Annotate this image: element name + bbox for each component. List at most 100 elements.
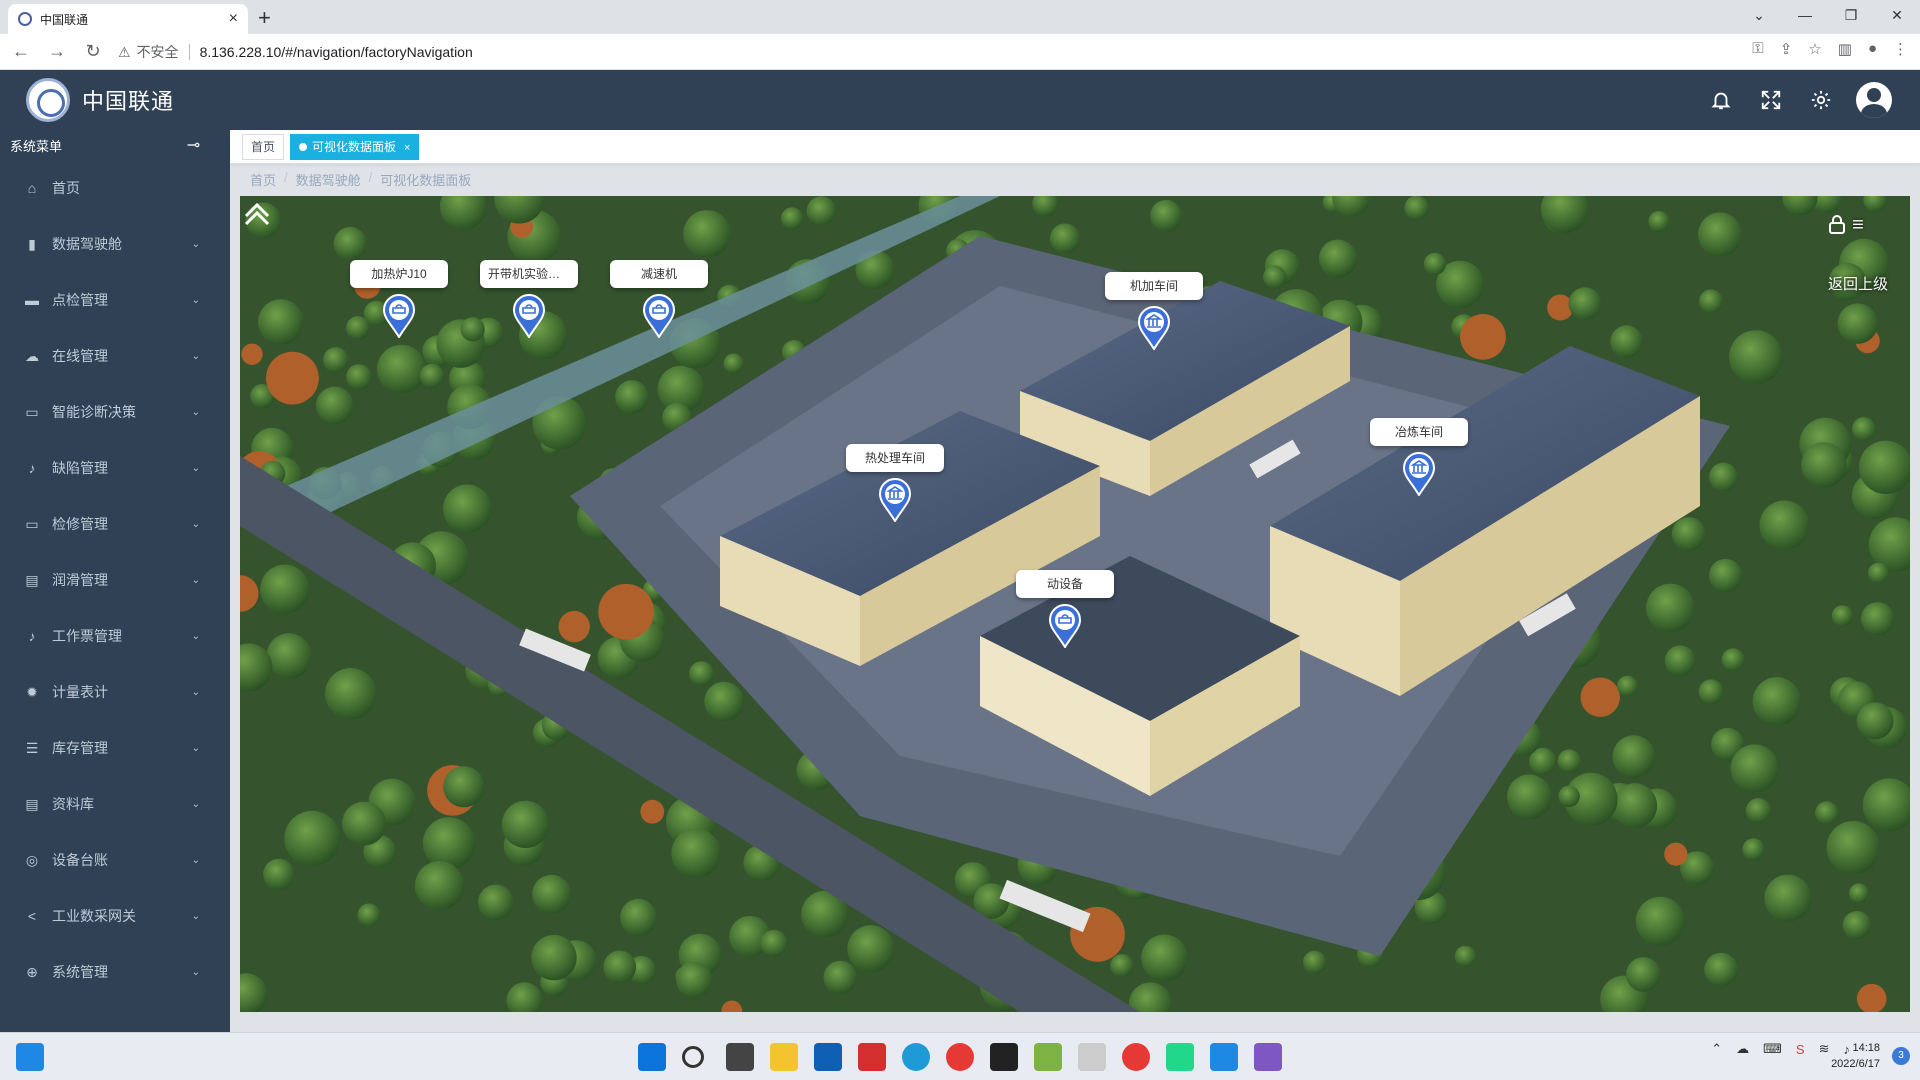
sidebar-item-11[interactable]: ▤ 资料库 ⌄ bbox=[0, 776, 230, 832]
sidebar-item-2[interactable]: ▬ 点检管理 ⌄ bbox=[0, 272, 230, 328]
wps-icon[interactable] bbox=[858, 1043, 886, 1071]
sidebar-item-3[interactable]: ☁ 在线管理 ⌄ bbox=[0, 328, 230, 384]
warning-icon[interactable]: ⚠ bbox=[118, 44, 131, 61]
marker-smelting-workshop[interactable]: 冶炼车间 bbox=[1370, 418, 1468, 496]
fullscreen-icon[interactable] bbox=[1756, 80, 1786, 120]
edge-icon[interactable] bbox=[902, 1043, 930, 1071]
sidebar-item-10[interactable]: ☰ 库存管理 ⌄ bbox=[0, 720, 230, 776]
sidepanel-icon[interactable]: ▥ bbox=[1838, 40, 1852, 58]
marker-label[interactable]: 热处理车间 bbox=[846, 444, 944, 472]
start-icon[interactable] bbox=[638, 1043, 666, 1071]
tag-active[interactable]: 可视化数据面板 × bbox=[290, 133, 420, 160]
collapse-toggle-icon[interactable]: ⊸ bbox=[187, 135, 200, 155]
sidebar-item-14[interactable]: ⊕ 系统管理 ⌄ bbox=[0, 944, 230, 1000]
back-to-top-icon[interactable] bbox=[240, 196, 274, 230]
marker-moving-equipment[interactable]: 动设备 bbox=[1016, 570, 1114, 648]
forward-arrow-icon[interactable]: → bbox=[42, 41, 72, 62]
tree bbox=[357, 903, 381, 927]
breadcrumb-separator: / bbox=[284, 170, 288, 185]
browser-menu-icon[interactable]: ⋮ bbox=[1893, 40, 1908, 58]
ime-icon[interactable]: ⌨ bbox=[1763, 1041, 1782, 1057]
marker-label[interactable]: 机加车间 bbox=[1105, 272, 1203, 300]
marker-label[interactable]: 冶炼车间 bbox=[1370, 418, 1468, 446]
location-pin-device-icon[interactable] bbox=[641, 294, 677, 338]
location-pin-device-icon[interactable] bbox=[511, 294, 547, 338]
notepad-icon[interactable] bbox=[1034, 1043, 1062, 1071]
tree bbox=[847, 925, 895, 973]
sidebar-item-7[interactable]: ▤ 润滑管理 ⌄ bbox=[0, 552, 230, 608]
marker-reducer[interactable]: 减速机 bbox=[610, 260, 708, 338]
marker-label[interactable]: 动设备 bbox=[1016, 570, 1114, 598]
sidebar-item-9[interactable]: ✹ 计量表计 ⌄ bbox=[0, 664, 230, 720]
sidebar-item-5[interactable]: ♪ 缺陷管理 ⌄ bbox=[0, 440, 230, 496]
back-arrow-icon[interactable]: ← bbox=[6, 41, 36, 62]
back-up-button[interactable]: 返回上级 bbox=[1828, 273, 1888, 294]
minimize-button[interactable]: — bbox=[1782, 0, 1828, 32]
insecure-label[interactable]: 不安全 bbox=[137, 42, 179, 62]
tag-home[interactable]: 首页 bbox=[242, 133, 285, 160]
close-tag-icon[interactable]: × bbox=[404, 142, 410, 154]
bookmark-star-icon[interactable]: ☆ bbox=[1808, 40, 1821, 58]
close-tab-icon[interactable]: × bbox=[229, 10, 238, 28]
app-window-icon[interactable] bbox=[1078, 1043, 1106, 1071]
url-divider bbox=[188, 44, 190, 60]
marker-label[interactable]: 加热炉J10 bbox=[350, 260, 448, 288]
key-icon[interactable]: ⚿ bbox=[1752, 40, 1763, 58]
widgets-icon[interactable] bbox=[16, 1043, 44, 1071]
browser-tab[interactable]: 中国联通 × bbox=[8, 4, 248, 34]
app-icon[interactable] bbox=[1254, 1043, 1282, 1071]
sidebar-item-12[interactable]: ◎ 设备台账 ⌄ bbox=[0, 832, 230, 888]
wifi-icon[interactable]: ≋ bbox=[1819, 1041, 1830, 1057]
location-pin-building-icon[interactable] bbox=[877, 478, 913, 522]
breadcrumb-item-home[interactable]: 首页 bbox=[250, 170, 276, 189]
sidebar-item-8[interactable]: ♪ 工作票管理 ⌄ bbox=[0, 608, 230, 664]
sidebar-item-0[interactable]: ⌂ 首页 bbox=[0, 160, 230, 216]
task-view-icon[interactable] bbox=[726, 1043, 754, 1071]
sidebar-item-4[interactable]: ▭ 智能诊断决策 ⌄ bbox=[0, 384, 230, 440]
close-window-button[interactable]: ✕ bbox=[1874, 0, 1920, 32]
share-icon[interactable]: ⇪ bbox=[1780, 40, 1793, 58]
pycharm-icon[interactable] bbox=[1166, 1043, 1194, 1071]
factory-scene[interactable]: 加热炉J10 开带机实验设备高... 减速机 机加车间 热处理车间 冶炼车间 动… bbox=[240, 196, 1910, 1012]
chrome-icon[interactable] bbox=[946, 1043, 974, 1071]
terminal-icon[interactable] bbox=[990, 1043, 1018, 1071]
location-pin-building-icon[interactable] bbox=[1401, 452, 1437, 496]
marker-label[interactable]: 减速机 bbox=[610, 260, 708, 288]
chrome-active-icon[interactable] bbox=[1122, 1043, 1150, 1071]
profile-icon[interactable]: ● bbox=[1868, 40, 1877, 58]
tab-search-button[interactable]: ⌄ bbox=[1736, 0, 1782, 32]
clock-date: 2022/6/17 bbox=[1831, 1058, 1880, 1070]
outlook-icon[interactable] bbox=[814, 1043, 842, 1071]
tree bbox=[531, 934, 577, 981]
marker-test-equipment[interactable]: 开带机实验设备高... bbox=[480, 260, 578, 338]
gear-icon[interactable] bbox=[1806, 80, 1836, 120]
search-icon[interactable] bbox=[682, 1046, 704, 1068]
location-pin-device-icon[interactable] bbox=[1047, 604, 1083, 648]
bell-icon[interactable] bbox=[1706, 80, 1736, 120]
marker-label[interactable]: 开带机实验设备高... bbox=[480, 260, 578, 288]
location-pin-building-icon[interactable] bbox=[1136, 306, 1172, 350]
user-avatar[interactable] bbox=[1856, 82, 1892, 118]
breadcrumb-item-cockpit[interactable]: 数据驾驶舱 bbox=[296, 170, 361, 189]
reload-icon[interactable]: ↻ bbox=[78, 41, 108, 62]
marker-machining-workshop[interactable]: 机加车间 bbox=[1105, 272, 1203, 350]
feishu-icon[interactable] bbox=[1210, 1043, 1238, 1071]
marker-heat-treatment-workshop[interactable]: 热处理车间 bbox=[846, 444, 944, 522]
sidebar-item-13[interactable]: < 工业数采网关 ⌄ bbox=[0, 888, 230, 944]
new-tab-button[interactable]: + bbox=[258, 5, 271, 31]
share-icon: < bbox=[27, 908, 37, 924]
url-field[interactable]: ⚠ 不安全 8.136.228.10/#/navigation/factoryN… bbox=[112, 38, 1852, 66]
sidebar-item-6[interactable]: ▭ 检修管理 ⌄ bbox=[0, 496, 230, 552]
chevron-up-icon[interactable]: ⌃ bbox=[1711, 1041, 1722, 1057]
taskbar-clock[interactable]: 14:18 2022/6/17 bbox=[1831, 1040, 1880, 1072]
sidebar-item-1[interactable]: ▮ 数据驾驶舱 ⌄ bbox=[0, 216, 230, 272]
marker-heating-furnace[interactable]: 加热炉J10 bbox=[350, 260, 448, 338]
menu-icon[interactable]: ≡ bbox=[1852, 214, 1864, 237]
location-pin-device-icon[interactable] bbox=[381, 294, 417, 338]
file-explorer-icon[interactable] bbox=[770, 1043, 798, 1071]
notification-badge[interactable]: 3 bbox=[1892, 1047, 1910, 1065]
url-text[interactable]: 8.136.228.10/#/navigation/factoryNavigat… bbox=[200, 44, 473, 60]
restore-button[interactable]: ❐ bbox=[1828, 0, 1874, 32]
cloud-icon[interactable]: ☁ bbox=[1736, 1041, 1749, 1057]
antivirus-icon[interactable]: S bbox=[1796, 1042, 1805, 1057]
